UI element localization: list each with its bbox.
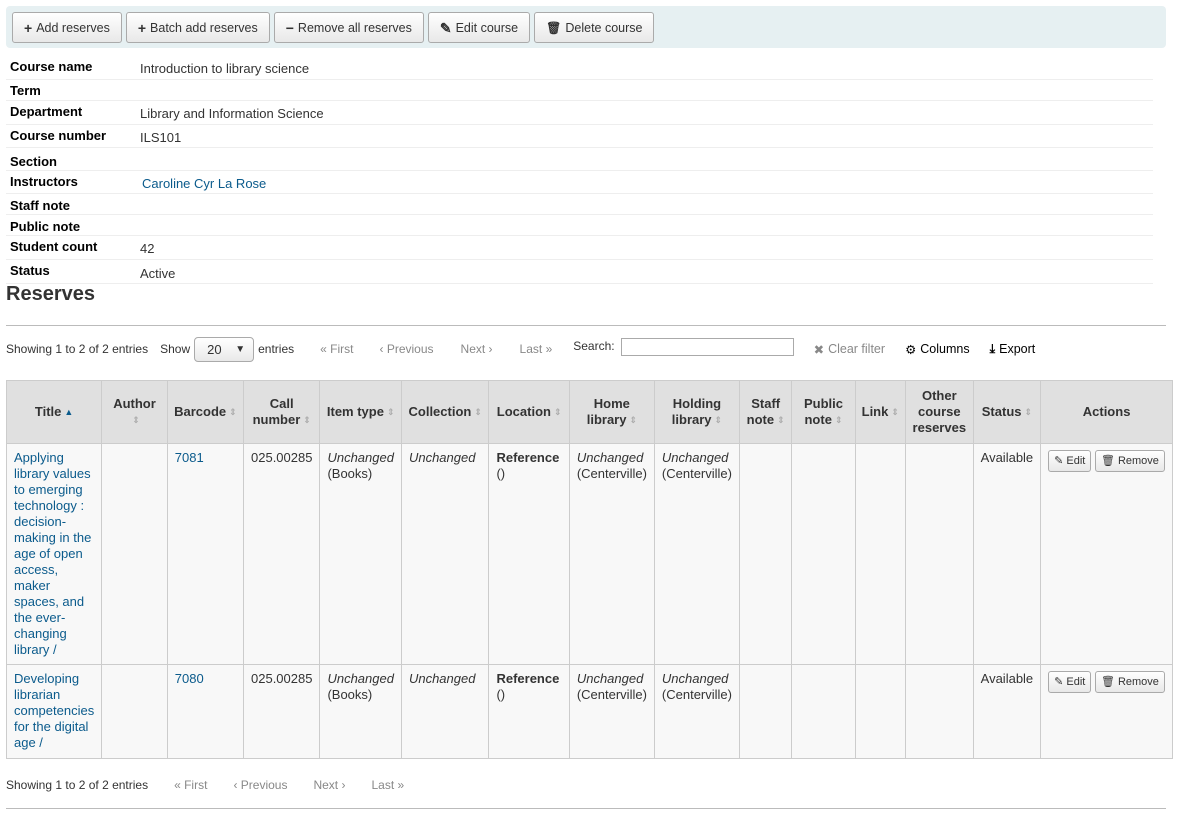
minus-icon: − [285, 19, 294, 36]
remove-reserve-button[interactable]: 🗑 Remove [1094, 671, 1165, 693]
sort-icon: ⇕ [386, 407, 395, 418]
download-icon: ⤓ [989, 341, 996, 356]
table-controls-bottom: Showing 1 to 2 of 2 entries « First ‹ Pr… [6, 776, 417, 794]
reserve-title-link[interactable]: Developing librarian competencies for th… [14, 671, 94, 750]
search-input[interactable] [620, 338, 794, 356]
table-header-row: Title ▲ Author⇕ Barcode ⇕ Call number ⇕ Ite… [5, 380, 1173, 444]
table-controls-top: Showing 1 to 2 of 2 entries Show 20 ▼ en… [6, 336, 1035, 362]
detail-row-course-number: Course number ILS101 [6, 125, 1153, 148]
previous-page-link[interactable]: ‹ Previous [380, 342, 434, 356]
reserve-title-link[interactable]: Applying library values to emerging tech… [14, 450, 91, 657]
detail-row-department: Department Library and Information Scien… [6, 101, 1153, 125]
sort-asc-icon: ▲ [64, 407, 74, 418]
columns-button[interactable]: ⚙ Columns [905, 342, 970, 357]
course-name: Introduction to library science [140, 61, 310, 76]
edit-course-button[interactable]: ✎ Edit course [427, 12, 531, 43]
th-title[interactable]: Title ▲ [5, 380, 103, 444]
sort-icon: ⇕ [834, 415, 843, 426]
barcode-link[interactable]: 7080 [175, 671, 204, 686]
sort-icon: ⇕ [629, 415, 638, 426]
detail-row-term: Term [6, 80, 1153, 101]
batch-add-reserves-button[interactable]: + Batch add reserves [125, 12, 270, 43]
remove-reserve-button[interactable]: 🗑 Remove [1094, 450, 1165, 472]
clear-filter-button[interactable]: ✖ Clear filter [814, 342, 885, 357]
th-actions: Actions [1040, 380, 1173, 444]
add-reserves-button[interactable]: + Add reserves [12, 12, 122, 43]
th-other-reserves: Other course reserves [904, 380, 974, 444]
divider [6, 325, 1166, 326]
table-row: Applying library values to emerging tech… [5, 443, 1173, 665]
entries-info: Showing 1 to 2 of 2 entries [6, 778, 149, 792]
detail-row-public-note: Public note [6, 215, 1153, 236]
sort-icon: ⇕ [553, 407, 562, 418]
first-page-link[interactable]: « First [320, 342, 353, 356]
reserve-status: Available [972, 664, 1042, 759]
page-size-select[interactable]: 20 ▼ [194, 336, 255, 362]
th-location[interactable]: Location ⇕ [488, 380, 570, 444]
entries-info: Showing 1 to 2 of 2 entries [6, 342, 149, 356]
detail-row-course-name: Course name Introduction to library scie… [6, 56, 1153, 80]
th-barcode[interactable]: Barcode ⇕ [166, 380, 245, 444]
edit-reserve-button[interactable]: ✎ Edit [1048, 450, 1092, 472]
first-page-link[interactable]: « First [174, 778, 207, 792]
last-page-link[interactable]: Last » [520, 342, 553, 356]
detail-row-status: Status Active [6, 260, 1153, 284]
reserve-status: Available [972, 443, 1042, 665]
th-staff-note[interactable]: Staff note ⇕ [738, 380, 793, 444]
th-home-library[interactable]: Home library ⇕ [568, 380, 655, 444]
sort-icon: ⇕ [229, 407, 237, 418]
course-status: Active [140, 266, 176, 281]
trash-icon: 🗑 [1100, 455, 1115, 467]
th-public-note[interactable]: Public note ⇕ [791, 380, 856, 444]
th-call-number[interactable]: Call number ⇕ [242, 380, 321, 444]
next-page-link[interactable]: Next › [461, 342, 493, 356]
sort-icon: ⇕ [303, 415, 311, 426]
detail-row-student-count: Student count 42 [6, 236, 1153, 260]
detail-row-section: Section [6, 148, 1153, 171]
trash-icon: 🗑 [1100, 676, 1115, 688]
reserves-heading: Reserves [6, 283, 95, 305]
table-row: Developing librarian competencies for th… [5, 664, 1173, 759]
detail-row-staff-note: Staff note [6, 194, 1153, 215]
barcode-link[interactable]: 7081 [175, 450, 204, 465]
close-icon: ✖ [813, 342, 825, 357]
instructor-link[interactable]: Caroline Cyr La Rose [142, 176, 266, 191]
next-page-link[interactable]: Next › [313, 778, 345, 792]
delete-course-button[interactable]: 🗑 Delete course [534, 12, 655, 43]
trash-icon: 🗑 [546, 20, 562, 35]
th-item-type[interactable]: Item type ⇕ [319, 380, 402, 444]
divider [6, 808, 1166, 809]
gear-icon: ⚙ [905, 342, 917, 357]
sort-icon: ⇕ [132, 415, 140, 426]
previous-page-link[interactable]: ‹ Previous [233, 778, 287, 792]
th-holding-library[interactable]: Holding library ⇕ [653, 380, 740, 444]
edit-reserve-button[interactable]: ✎ Edit [1048, 671, 1092, 693]
reserves-table: Title ▲ Author⇕ Barcode ⇕ Call number ⇕ Ite… [5, 380, 1173, 759]
sort-icon: ⇕ [474, 407, 482, 418]
plus-icon: + [137, 19, 147, 36]
sort-icon: ⇕ [891, 407, 899, 418]
chevron-down-icon: ▼ [235, 343, 246, 355]
last-page-link[interactable]: Last » [371, 778, 404, 792]
th-author[interactable]: Author⇕ [101, 380, 168, 444]
course-details: Course name Introduction to library scie… [6, 56, 1153, 284]
th-status[interactable]: Status ⇕ [972, 380, 1042, 444]
export-button[interactable]: ⤓ Export [990, 342, 1036, 357]
th-collection[interactable]: Collection ⇕ [400, 380, 490, 444]
pencil-icon: ✎ [439, 19, 452, 36]
course-toolbar: + Add reserves + Batch add reserves − Re… [6, 6, 1166, 48]
th-link[interactable]: Link ⇕ [854, 380, 906, 444]
pencil-icon: ✎ [1054, 455, 1064, 467]
sort-icon: ⇕ [714, 415, 723, 426]
sort-icon: ⇕ [777, 415, 785, 426]
sort-icon: ⇕ [1024, 407, 1033, 418]
pencil-icon: ✎ [1054, 676, 1064, 688]
plus-icon: + [24, 19, 33, 36]
remove-all-reserves-button[interactable]: − Remove all reserves [273, 12, 424, 43]
detail-row-instructors: Instructors Caroline Cyr La Rose [6, 171, 1153, 194]
